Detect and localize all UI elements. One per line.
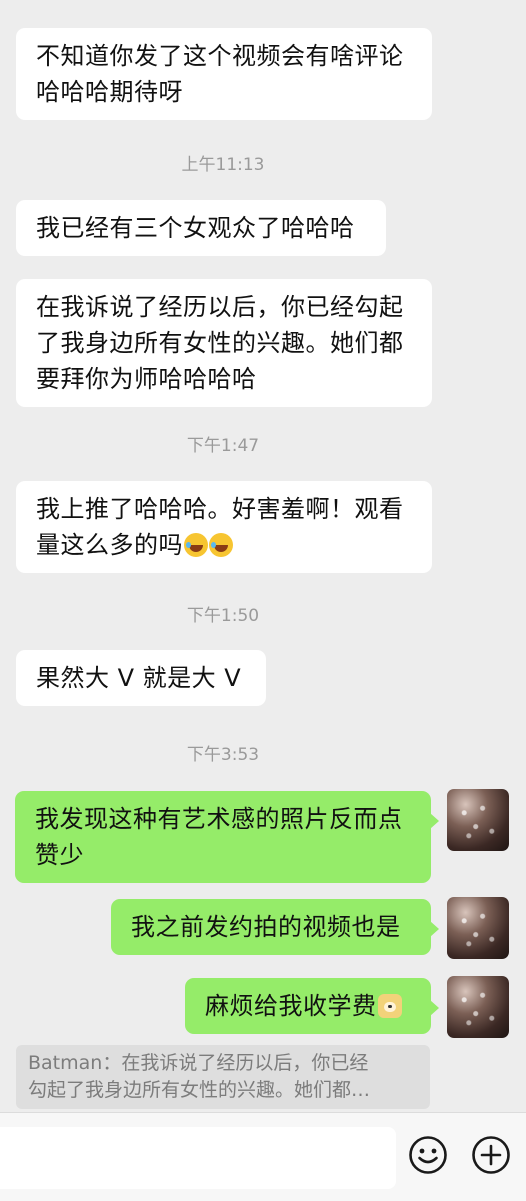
message-line: 不知道你发了这个视频会有啥评论 [36, 42, 404, 70]
incoming-message[interactable]: 我已经有三个女观众了哈哈哈 [16, 200, 386, 256]
message-line: 哈哈哈期待呀 [36, 78, 183, 106]
avatar[interactable] [447, 976, 509, 1038]
incoming-message[interactable]: 我上推了哈哈哈。好害羞啊！观看 量这么多的吗 [16, 481, 432, 573]
plus-circle-icon[interactable] [471, 1135, 511, 1175]
message-line: 赞少 [35, 841, 84, 869]
quoted-message-preview[interactable]: Batman：在我诉说了经历以后，你已经 勾起了我身边所有女性的兴趣。她们都… [16, 1045, 430, 1109]
outgoing-message[interactable]: 麻烦给我收学费 [185, 978, 439, 1034]
message-text: 麻烦给我收学费 [205, 992, 377, 1020]
message-line: 了我身边所有女性的兴趣。她们都 [36, 329, 404, 357]
timestamp: 上午11:13 [181, 155, 265, 175]
message-input[interactable] [0, 1127, 396, 1189]
timestamp: 下午1:47 [186, 436, 260, 456]
smiley-icon[interactable] [408, 1135, 448, 1175]
chat-message-list[interactable]: 不知道你发了这个视频会有啥评论 哈哈哈期待呀 上午11:13 我已经有三个女观众… [0, 0, 526, 1112]
timestamp: 下午1:50 [186, 606, 260, 626]
quote-line: 勾起了我身边所有女性的兴趣。她们都… [28, 1079, 371, 1101]
timestamp: 下午3:53 [186, 745, 260, 765]
message-line: 果然大 V 就是大 V [36, 664, 242, 692]
message-line: 我发现这种有艺术感的照片反而点 [35, 805, 403, 833]
outgoing-message[interactable]: 我之前发约拍的视频也是 [111, 899, 439, 955]
input-toolbar [0, 1112, 526, 1201]
laughing-crying-emoji-icon [209, 533, 233, 557]
incoming-message[interactable]: 在我诉说了经历以后，你已经勾起 了我身边所有女性的兴趣。她们都 要拜你为师哈哈哈… [16, 279, 432, 407]
message-line: 我之前发约拍的视频也是 [131, 913, 401, 941]
outgoing-message[interactable]: 我发现这种有艺术感的照片反而点 赞少 [15, 791, 439, 883]
message-line: 麻烦给我收学费 [205, 988, 413, 1024]
message-line: 量这么多的吗 [36, 527, 414, 563]
message-line: 我已经有三个女观众了哈哈哈 [36, 214, 355, 242]
message-line: 我上推了哈哈哈。好害羞啊！观看 [36, 495, 404, 523]
incoming-message[interactable]: 不知道你发了这个视频会有啥评论 哈哈哈期待呀 [16, 28, 432, 120]
message-line: 在我诉说了经历以后，你已经勾起 [36, 293, 404, 321]
quote-line: Batman：在我诉说了经历以后，你已经 [28, 1052, 369, 1074]
avatar[interactable] [447, 789, 509, 851]
message-text: 量这么多的吗 [36, 531, 183, 559]
avatar[interactable] [447, 897, 509, 959]
incoming-message[interactable]: 果然大 V 就是大 V [16, 650, 266, 706]
message-line: 要拜你为师哈哈哈哈 [36, 365, 257, 393]
doge-emoji-icon [377, 994, 402, 1018]
laughing-crying-emoji-icon [184, 533, 208, 557]
